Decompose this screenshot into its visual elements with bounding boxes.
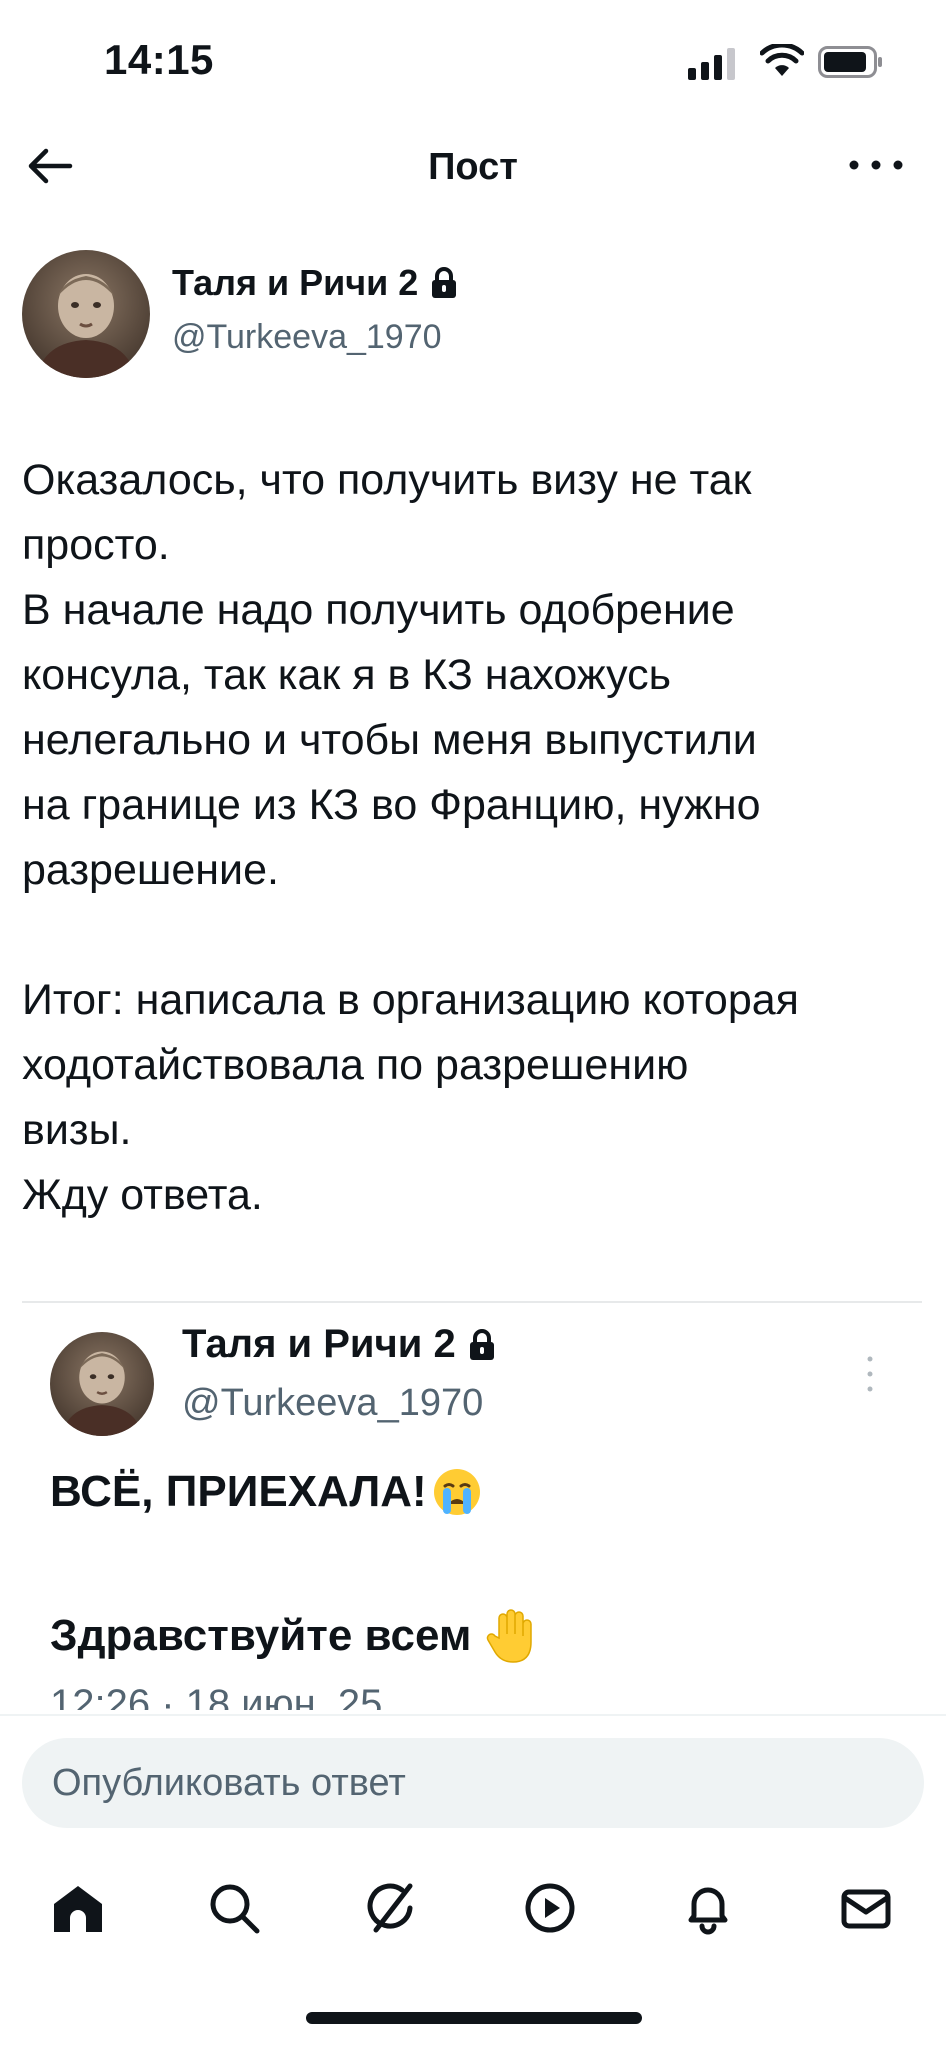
author-name-row[interactable]: Таля и Ричи 2 (172, 262, 458, 304)
search-icon[interactable] (204, 1878, 264, 1938)
author-handle[interactable]: @Turkeeva_1970 (172, 318, 442, 357)
post-text: Оказалось, что получить визу не так прос… (22, 456, 799, 1219)
messages-icon[interactable] (836, 1878, 896, 1938)
more-vertical-icon[interactable] (864, 1354, 876, 1394)
lock-icon (469, 1328, 494, 1360)
lock-icon (432, 267, 457, 298)
quoted-text-line2: Здравствуйте всем (50, 1608, 535, 1664)
quoted-author-name-row[interactable]: Таля и Ричи 2 (182, 1322, 496, 1367)
divider (22, 1301, 922, 1303)
page-title: Пост (428, 146, 518, 188)
home-indicator[interactable] (306, 2012, 642, 2024)
battery-icon (818, 46, 882, 78)
reply-input[interactable]: Опубликовать ответ (22, 1738, 924, 1828)
quoted-author-name[interactable]: Таля и Ричи 2 (182, 1322, 456, 1367)
waving-hand-icon (487, 1609, 533, 1663)
notifications-icon[interactable] (678, 1878, 738, 1938)
quoted-author-handle[interactable]: @Turkeeva_1970 (182, 1382, 483, 1425)
quoted-date-clip: 12:26 · 18 июн. 25 (50, 1680, 550, 1710)
wifi-icon (760, 44, 804, 76)
grok-icon[interactable] (362, 1878, 422, 1938)
quoted-post-date: 12:26 · 18 июн. 25 (50, 1682, 383, 1710)
status-time: 14:15 (104, 36, 214, 83)
divider (0, 1714, 946, 1716)
video-icon[interactable] (520, 1878, 580, 1938)
home-icon[interactable] (48, 1878, 108, 1938)
crying-emoji-icon (433, 1469, 480, 1515)
quoted-author-avatar[interactable] (50, 1332, 154, 1436)
author-name[interactable]: Таля и Ричи 2 (172, 262, 418, 304)
quoted-text-line1: ВСЁ, ПРИЕХАЛА! (50, 1466, 483, 1518)
quoted-text-line1-label: ВСЁ, ПРИЕХАЛА! (50, 1467, 427, 1516)
more-icon[interactable] (844, 150, 908, 180)
avatar-photo (22, 250, 150, 378)
reply-placeholder: Опубликовать ответ (52, 1761, 406, 1804)
signal-icon (688, 48, 735, 80)
author-avatar[interactable] (22, 250, 150, 378)
avatar-photo (50, 1332, 154, 1436)
quoted-text-line2-label: Здравствуйте всем (50, 1611, 472, 1660)
